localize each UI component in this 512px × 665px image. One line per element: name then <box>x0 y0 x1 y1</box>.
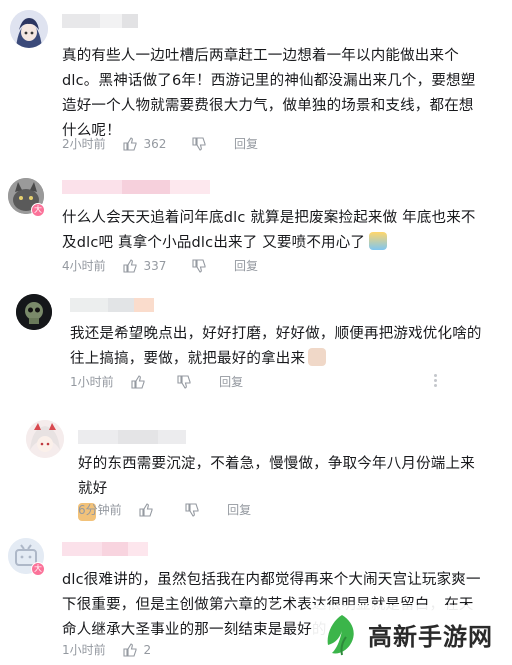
comment-text-content: 什么人会天天追着问年底dlc 就算是把废案捡起来做 年底也来不及dlc吧 真拿个… <box>62 210 476 251</box>
bathing-emoji-icon <box>369 232 388 250</box>
thumbs-up-icon <box>123 643 138 657</box>
username-blurred[interactable] <box>62 542 148 556</box>
comment-3: 我还是希望晚点出，好好打磨，好好做，顺便再把游戏优化啥的往上搞搞，要做，就把最好… <box>0 280 512 400</box>
thumbs-down-icon <box>192 137 206 151</box>
thumbs-down-icon <box>185 503 199 517</box>
avatar[interactable] <box>26 420 64 458</box>
comment-text-content: 好的东西需要沉淀，不着急，慢慢做，争取今年八月份端上来就好 <box>78 456 475 497</box>
skull-avatar-icon <box>16 294 52 330</box>
comment-text: 我还是希望晚点出，好好打磨，好好做，顺便再把游戏优化啥的往上搞搞，要做，就把最好… <box>70 322 482 372</box>
reply-button[interactable]: 回复 <box>219 372 243 392</box>
watermark-text: 高新手游网 <box>368 623 493 651</box>
comment-meta: 1小时前 2 <box>62 640 151 660</box>
anime-avatar-icon <box>10 10 48 48</box>
site-logo-icon <box>327 615 354 656</box>
dislike-button[interactable] <box>177 372 191 392</box>
timestamp: 6分钟前 <box>78 503 122 517</box>
dislike-button[interactable] <box>192 134 206 154</box>
like-count: 337 <box>143 259 167 273</box>
comment-text: 真的有些人一边吐槽后两章赶工一边想着一年以内能做出来个dlc。黑神话做了6年！西… <box>62 48 476 139</box>
comment-meta: 1小时前 回复 <box>70 372 243 392</box>
reply-button[interactable]: 回复 <box>227 500 251 520</box>
reply-button[interactable]: 回复 <box>234 256 258 276</box>
vip-badge: 大 <box>31 562 45 576</box>
vip-badge: 大 <box>31 203 45 217</box>
reply-button[interactable]: 回复 <box>234 134 258 154</box>
more-options-icon[interactable] <box>428 372 442 392</box>
anime-girl-avatar-icon <box>26 420 64 458</box>
like-button[interactable] <box>131 372 151 392</box>
like-button[interactable]: 362 <box>123 134 166 154</box>
like-count: 362 <box>143 137 167 151</box>
thumbs-up-icon <box>123 137 138 151</box>
comment-meta: 6分钟前 回复 <box>78 500 251 520</box>
thumbs-down-icon <box>192 259 206 273</box>
thumbs-up-icon <box>131 375 146 389</box>
dislike-button[interactable] <box>185 500 199 520</box>
comment-4: 好的东西需要沉淀，不着急，慢慢做，争取今年八月份端上来就好 6分钟前 回复 <box>0 400 512 521</box>
timestamp: 1小时前 <box>70 375 114 389</box>
thumbs-down-icon <box>177 375 191 389</box>
comment-1: 真的有些人一边吐槽后两章赶工一边想着一年以内能做出来个dlc。黑神话做了6年！西… <box>0 0 512 160</box>
timestamp: 4小时前 <box>62 259 106 273</box>
avatar[interactable] <box>10 10 48 48</box>
comment-meta: 2小时前 362 回复 <box>62 134 258 154</box>
timestamp: 2小时前 <box>62 137 106 151</box>
username-blurred[interactable] <box>70 298 154 312</box>
thumbs-up-icon <box>139 503 154 517</box>
like-button[interactable]: 337 <box>123 256 166 276</box>
thumbs-up-icon <box>123 259 138 273</box>
comment-2: 大 什么人会天天追着问年底dlc 就算是把废案捡起来做 年底也来不及dlc吧 真… <box>0 160 512 280</box>
username-blurred[interactable] <box>78 430 186 444</box>
username-blurred[interactable] <box>62 180 210 194</box>
avatar[interactable] <box>16 294 52 330</box>
comment-text-content: 我还是希望晚点出，好好打磨，好好做，顺便再把游戏优化啥的往上搞搞，要做，就把最好… <box>70 326 482 367</box>
like-button[interactable]: 2 <box>123 640 151 660</box>
comment-text: 什么人会天天追着问年底dlc 就算是把废案捡起来做 年底也来不及dlc吧 真拿个… <box>62 206 482 256</box>
like-count: 2 <box>143 643 152 657</box>
cat-emoji-icon <box>308 348 327 366</box>
username-blurred[interactable] <box>62 14 138 28</box>
dislike-button[interactable] <box>192 256 206 276</box>
comment-meta: 4小时前 337 回复 <box>62 256 258 276</box>
timestamp: 1小时前 <box>62 643 106 657</box>
site-watermark: 高新手游网 <box>312 605 512 665</box>
like-button[interactable] <box>139 500 159 520</box>
